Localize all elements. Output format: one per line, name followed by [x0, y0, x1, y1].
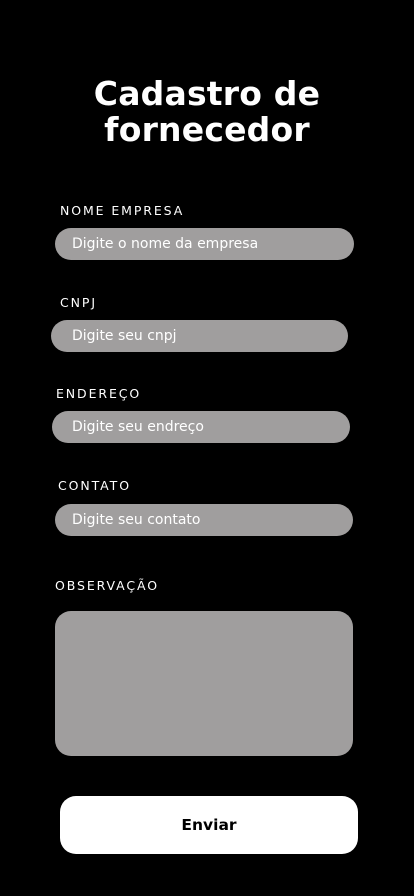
cnpj-input[interactable]	[51, 320, 348, 352]
address-label: ENDEREÇO	[56, 386, 142, 401]
submit-button[interactable]: Enviar	[60, 796, 358, 854]
contact-input[interactable]	[55, 504, 353, 536]
notes-label: OBSERVAÇÃO	[55, 578, 160, 593]
page-title-line-2: fornecedor	[104, 110, 310, 149]
company-name-input[interactable]	[55, 228, 354, 260]
company-name-label: NOME EMPRESA	[60, 203, 185, 218]
page-title-line-1: Cadastro de	[93, 74, 321, 113]
supplier-registration-screen: Cadastro de fornecedor NOME EMPRESA CNPJ…	[0, 0, 414, 896]
page-title: Cadastro de fornecedor	[0, 76, 414, 148]
address-input[interactable]	[52, 411, 350, 443]
contact-label: CONTATO	[58, 478, 131, 493]
cnpj-label: CNPJ	[60, 295, 97, 310]
notes-textarea[interactable]	[55, 611, 353, 756]
